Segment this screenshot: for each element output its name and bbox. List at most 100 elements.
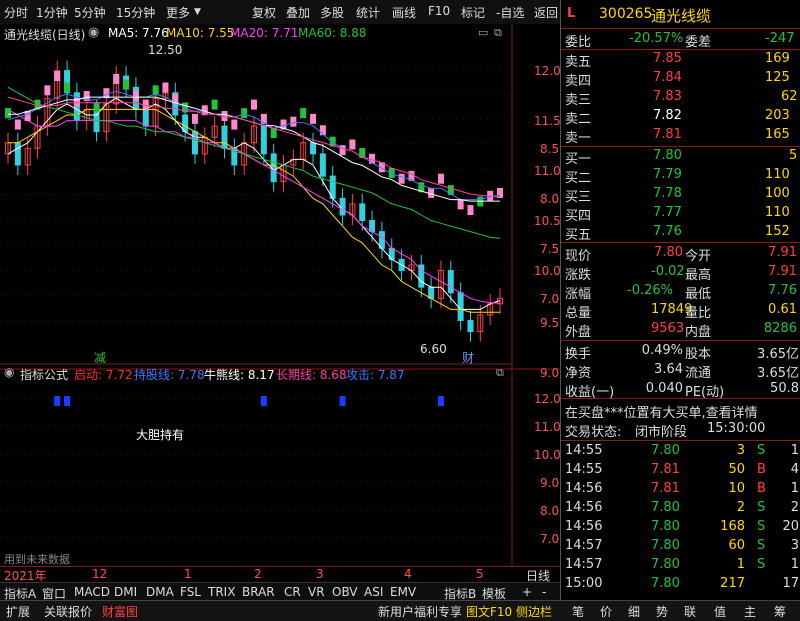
big-order-notice[interactable]: 在买盘***位置有大买单,查看详情 xyxy=(565,402,758,421)
x-tick: 5 xyxy=(476,567,484,581)
chevron-down-icon[interactable]: ▼ xyxy=(194,7,201,17)
button-back[interactable]: 返回 xyxy=(534,4,558,21)
settings-icon[interactable]: ◉ xyxy=(88,25,99,40)
tick-price: 7.80 xyxy=(651,576,680,591)
signal-bar xyxy=(339,396,346,406)
future-data-note: 用到未来数据 xyxy=(4,553,70,566)
webi-value: -20.57% xyxy=(629,31,684,46)
button-f10[interactable]: F10 xyxy=(428,4,450,18)
tab-dma[interactable]: DMA xyxy=(146,585,174,599)
tab-zhu[interactable]: 主 xyxy=(744,603,756,620)
status-sidebar[interactable]: 侧边栏 xyxy=(516,603,552,620)
tab-obv[interactable]: OBV xyxy=(332,585,358,599)
event-mark-cai[interactable]: 财 xyxy=(462,349,474,366)
tick-time: 14:57 xyxy=(565,538,603,553)
kline-chart-area[interactable] xyxy=(0,24,560,582)
stat-value: 7.91 xyxy=(768,245,797,260)
window-restore-icon[interactable]: ⧉ xyxy=(494,26,502,40)
button-zixuan[interactable]: -自选 xyxy=(496,4,524,21)
window-restore-icon[interactable]: ⧉ xyxy=(496,366,504,380)
button-fuquan[interactable]: 复权 xyxy=(252,4,276,21)
indicator-y-axis: 12.00 11.00 10.00 9.00 8.00 7.00 xyxy=(514,370,568,570)
tab-fenshi[interactable]: 分时 xyxy=(4,4,28,21)
chart-title: 通光线缆(日线) xyxy=(4,28,86,42)
tab-shi[interactable]: 势 xyxy=(656,603,668,620)
tab-15min[interactable]: 15分钟 xyxy=(116,4,155,21)
tab-chou[interactable]: 筹 xyxy=(774,603,786,620)
ask-price: 7.85 xyxy=(653,51,682,66)
tick-volume: 1 xyxy=(736,557,745,572)
tab-dmi[interactable]: DMI xyxy=(114,585,137,599)
ask-volume: 125 xyxy=(765,70,790,85)
tab-fsl[interactable]: FSL xyxy=(180,585,201,599)
tab-asi[interactable]: ASI xyxy=(364,585,383,599)
tick-time: 15:00 xyxy=(565,576,603,591)
tab-cr[interactable]: CR xyxy=(284,585,301,599)
tab-5min[interactable]: 5分钟 xyxy=(74,4,106,21)
event-mark-jian[interactable]: 减 xyxy=(94,349,106,366)
tick-price: 7.80 xyxy=(651,500,680,515)
stat-label: 最低 xyxy=(685,287,712,302)
tab-trix[interactable]: TRIX xyxy=(208,585,235,599)
tick-price: 7.80 xyxy=(651,519,680,534)
button-huaxian[interactable]: 画线 xyxy=(392,4,416,21)
tab-brar[interactable]: BRAR xyxy=(242,585,275,599)
status-new-user[interactable]: 新用户福利专享 xyxy=(378,603,462,620)
tab-emv[interactable]: EMV xyxy=(390,585,416,599)
tick-time: 14:56 xyxy=(565,500,603,515)
button-duogu[interactable]: 多股 xyxy=(320,4,344,21)
indicator-candle xyxy=(191,113,198,124)
indicator-candle xyxy=(14,119,21,130)
indicator-candle xyxy=(270,128,277,139)
ask-volume: 203 xyxy=(765,108,790,123)
tab-lian[interactable]: 联 xyxy=(684,603,696,620)
tab-1min[interactable]: 1分钟 xyxy=(36,4,68,21)
status-expand[interactable]: 扩展 xyxy=(6,603,30,620)
tab-jia[interactable]: 价 xyxy=(600,603,612,620)
ask-volume: 62 xyxy=(781,89,798,104)
ask-volume: 165 xyxy=(765,127,790,142)
status-related-quote[interactable]: 关联报价 xyxy=(44,603,92,620)
trade-time: 15:30:00 xyxy=(707,421,766,436)
indicator-candle xyxy=(290,116,297,127)
tab-more[interactable]: 更多 xyxy=(166,4,190,21)
window-minimize-icon[interactable]: ▭ xyxy=(478,26,488,39)
tick-count: 1 xyxy=(790,443,799,458)
stat-value: 3.64 xyxy=(654,362,683,377)
button-biaoji[interactable]: 标记 xyxy=(461,4,485,21)
tab-vr[interactable]: VR xyxy=(308,585,325,599)
button-diejia[interactable]: 叠加 xyxy=(286,4,310,21)
ma10-label: MA10: 7.55 xyxy=(166,26,235,40)
stat-value: 8286 xyxy=(763,321,797,336)
bid-price: 7.76 xyxy=(653,224,682,239)
tick-count: 17 xyxy=(782,576,799,591)
tab-zhi[interactable]: 值 xyxy=(714,603,726,620)
trade-state: 闭市阶段 xyxy=(635,425,688,440)
stat-label: 股本 xyxy=(685,347,712,362)
tab-bi[interactable]: 笔 xyxy=(572,603,584,620)
button-tongji[interactable]: 统计 xyxy=(356,4,380,21)
tick-price: 7.80 xyxy=(651,443,680,458)
indicator-candle xyxy=(349,139,356,150)
ask-label: 卖四 xyxy=(565,74,592,89)
tab-xi[interactable]: 细 xyxy=(628,603,640,620)
status-wealth-chart[interactable]: 财富图 xyxy=(102,603,138,620)
status-f10[interactable]: 图文F10 xyxy=(466,603,512,620)
remove-tab-button[interactable]: - xyxy=(542,585,546,599)
bid-price: 7.79 xyxy=(653,167,682,182)
tab-macd[interactable]: MACD xyxy=(74,585,110,599)
stat-value: 50.8 xyxy=(770,381,799,396)
indicator-candle xyxy=(44,85,51,96)
indicator-settings-icon[interactable]: ◉ xyxy=(4,365,14,379)
stat-value: 0.61 xyxy=(768,302,797,317)
add-tab-button[interactable]: + xyxy=(522,585,532,599)
ma5-label: MA5: 7.76 xyxy=(108,26,169,40)
indicator-legend-niuxiong: 牛熊线: 8.17 xyxy=(204,368,275,382)
low-price-label: 6.60 xyxy=(420,342,447,356)
tick-price: 7.81 xyxy=(651,481,680,496)
stat-label: 换手 xyxy=(565,347,592,362)
indicator-title[interactable]: 指标公式 xyxy=(20,366,68,383)
webi-label: 委比 xyxy=(565,35,592,50)
tick-count: 1 xyxy=(790,557,799,572)
indicator-legend-gongji: 攻击: 7.87 xyxy=(346,368,405,382)
